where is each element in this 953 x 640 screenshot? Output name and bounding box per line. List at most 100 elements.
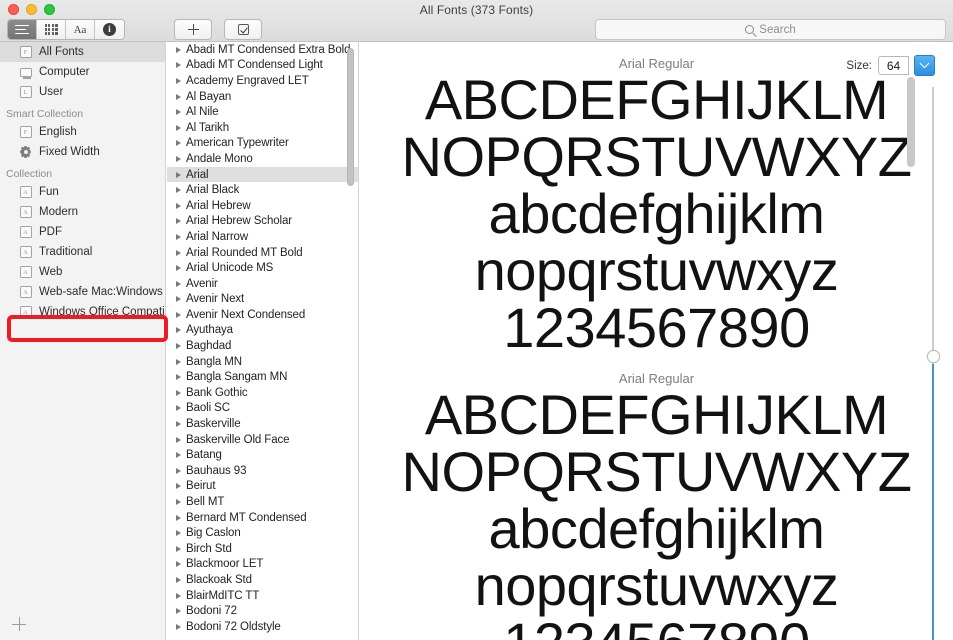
font-list-item[interactable]: Blackmoor LET <box>167 557 358 573</box>
font-list-item[interactable]: Al Nile <box>167 104 358 120</box>
font-list-item[interactable]: Bernard MT Condensed <box>167 510 358 526</box>
disclosure-triangle-icon[interactable] <box>176 608 181 615</box>
disclosure-triangle-icon[interactable] <box>176 436 181 443</box>
sidebar-item-web[interactable]: A Web <box>0 262 165 282</box>
font-list-item[interactable]: Arial Hebrew Scholar <box>167 214 358 230</box>
font-list-item[interactable]: Academy Engraved LET <box>167 73 358 89</box>
view-mode-segmented-control[interactable]: Aa i <box>7 19 125 40</box>
sidebar-item-pdf[interactable]: A PDF <box>0 222 165 242</box>
font-list-item[interactable]: Bangla MN <box>167 354 358 370</box>
disclosure-triangle-icon[interactable] <box>176 327 181 334</box>
font-list-scrollbar[interactable] <box>347 48 354 186</box>
list-view-button[interactable] <box>8 20 37 39</box>
font-list-item[interactable]: Andale Mono <box>167 151 358 167</box>
font-list-item[interactable]: Avenir <box>167 276 358 292</box>
sidebar-item-all-fonts[interactable]: F All Fonts <box>0 42 165 62</box>
disclosure-triangle-icon[interactable] <box>176 358 181 365</box>
disclosure-triangle-icon[interactable] <box>176 561 181 568</box>
font-list[interactable]: Abadi MT Condensed Extra Bold Abadi MT Co… <box>167 42 359 640</box>
font-list-item[interactable]: BlairMdITC TT <box>167 588 358 604</box>
font-list-item[interactable]: Arial <box>167 166 358 183</box>
font-list-item[interactable]: Bank Gothic <box>167 385 358 401</box>
font-list-item[interactable]: Blackoak Std <box>167 572 358 588</box>
disclosure-triangle-icon[interactable] <box>176 109 181 116</box>
font-list-item[interactable]: Arial Unicode MS <box>167 260 358 276</box>
font-list-item[interactable]: Arial Hebrew <box>167 198 358 214</box>
add-font-button[interactable] <box>174 19 212 40</box>
font-list-item[interactable]: Baskerville <box>167 416 358 432</box>
size-slider-knob[interactable] <box>926 350 940 363</box>
disclosure-triangle-icon[interactable] <box>176 296 181 303</box>
disclosure-triangle-icon[interactable] <box>176 374 181 381</box>
sidebar-item-modern[interactable]: A Modern <box>0 202 165 222</box>
disclosure-triangle-icon[interactable] <box>176 405 181 412</box>
disclosure-triangle-icon[interactable] <box>176 218 181 225</box>
disclosure-triangle-icon[interactable] <box>176 623 181 630</box>
font-list-item[interactable]: Beirut <box>167 479 358 495</box>
font-list-item[interactable]: Baskerville Old Face <box>167 432 358 448</box>
disclosure-triangle-icon[interactable] <box>176 155 181 162</box>
disclosure-triangle-icon[interactable] <box>176 499 181 506</box>
disclosure-triangle-icon[interactable] <box>176 530 181 537</box>
disclosure-triangle-icon[interactable] <box>176 233 181 240</box>
validate-font-button[interactable] <box>224 19 262 40</box>
disclosure-triangle-icon[interactable] <box>176 576 181 583</box>
sidebar-item-windows-office-compatible[interactable]: A Windows Office Compatible <box>0 302 165 322</box>
disclosure-triangle-icon[interactable] <box>176 77 181 84</box>
disclosure-triangle-icon[interactable] <box>176 467 181 474</box>
size-value-field[interactable]: 64 <box>878 56 909 75</box>
disclosure-triangle-icon[interactable] <box>176 514 181 521</box>
disclosure-triangle-icon[interactable] <box>176 62 181 69</box>
disclosure-triangle-icon[interactable] <box>176 592 181 599</box>
disclosure-triangle-icon[interactable] <box>176 124 181 131</box>
font-list-item[interactable]: Bodoni 72 <box>167 603 358 619</box>
font-list-item[interactable]: Arial Narrow <box>167 229 358 245</box>
disclosure-triangle-icon[interactable] <box>176 343 181 350</box>
font-list-item[interactable]: Arial Black <box>167 182 358 198</box>
disclosure-triangle-icon[interactable] <box>176 389 181 396</box>
sidebar-item-computer[interactable]: Computer <box>0 62 165 82</box>
disclosure-triangle-icon[interactable] <box>176 452 181 459</box>
sidebar-item-web-safe-mac-windows[interactable]: A Web-safe Mac:Windows <box>0 282 165 302</box>
disclosure-triangle-icon[interactable] <box>176 311 181 318</box>
preview-scrollbar[interactable] <box>907 77 915 167</box>
disclosure-triangle-icon[interactable] <box>176 93 181 100</box>
disclosure-triangle-icon[interactable] <box>176 46 181 53</box>
font-list-item[interactable]: Arial Rounded MT Bold <box>167 245 358 261</box>
disclosure-triangle-icon[interactable] <box>176 202 181 209</box>
disclosure-triangle-icon[interactable] <box>176 421 181 428</box>
size-dropdown-button[interactable] <box>914 55 935 76</box>
disclosure-triangle-icon[interactable] <box>176 140 181 147</box>
font-list-item[interactable]: Abadi MT Condensed Light <box>167 58 358 74</box>
add-collection-button[interactable] <box>11 616 27 632</box>
font-list-item[interactable]: Avenir Next <box>167 292 358 308</box>
font-list-item[interactable]: Al Tarikh <box>167 120 358 136</box>
disclosure-triangle-icon[interactable] <box>176 280 181 287</box>
search-input[interactable]: Search <box>595 19 946 40</box>
font-list-item[interactable]: Birch Std <box>167 541 358 557</box>
font-list-item[interactable]: Bodoni 72 Oldstyle <box>167 619 358 635</box>
sidebar-item-traditional[interactable]: A Traditional <box>0 242 165 262</box>
preview-type-button[interactable]: Aa <box>66 20 95 39</box>
disclosure-triangle-icon[interactable] <box>176 187 181 194</box>
font-info-button[interactable]: i <box>95 20 124 39</box>
disclosure-triangle-icon[interactable] <box>176 265 181 272</box>
font-list-item[interactable]: Avenir Next Condensed <box>167 307 358 323</box>
font-list-item[interactable]: Batang <box>167 447 358 463</box>
sidebar-item-fun[interactable]: A Fun <box>0 182 165 202</box>
sidebar-item-fixed-width[interactable]: Fixed Width <box>0 142 165 162</box>
disclosure-triangle-icon[interactable] <box>176 171 181 178</box>
size-control[interactable]: Size: 64 <box>846 55 935 76</box>
font-list-item[interactable]: Bell MT <box>167 494 358 510</box>
grid-view-button[interactable] <box>37 20 66 39</box>
disclosure-triangle-icon[interactable] <box>176 249 181 256</box>
font-list-item[interactable]: Baghdad <box>167 338 358 354</box>
font-list-item[interactable]: Bangla Sangam MN <box>167 369 358 385</box>
font-list-item[interactable]: Big Caslon <box>167 525 358 541</box>
disclosure-triangle-icon[interactable] <box>176 483 181 490</box>
font-list-item[interactable]: Al Bayan <box>167 89 358 105</box>
sidebar-item-english[interactable]: F English <box>0 122 165 142</box>
sidebar-item-user[interactable]: L User <box>0 82 165 102</box>
font-list-item[interactable]: American Typewriter <box>167 136 358 152</box>
font-list-item[interactable]: Ayuthaya <box>167 323 358 339</box>
